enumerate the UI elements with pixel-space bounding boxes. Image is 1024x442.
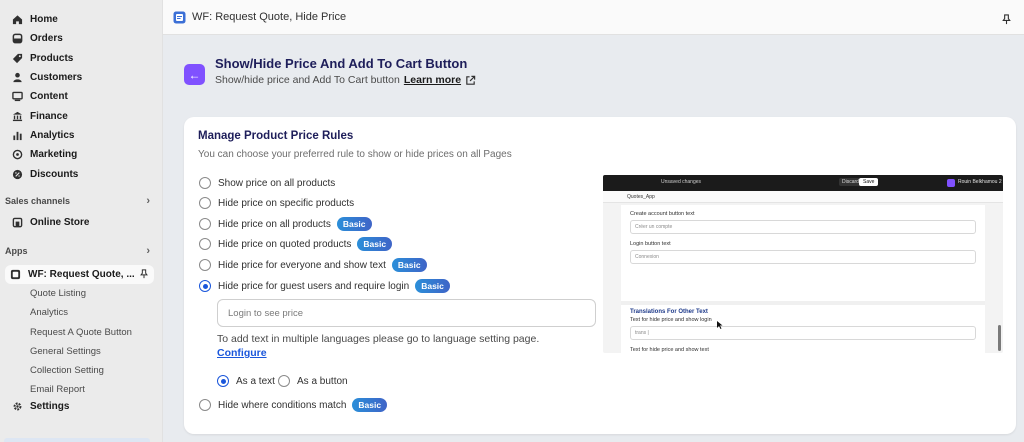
sidebar-item-label: Marketing bbox=[30, 149, 78, 161]
sidebar-subitem-general-settings[interactable]: General Settings bbox=[0, 342, 162, 361]
sidebar-subitem-email-report[interactable]: Email Report bbox=[0, 380, 162, 395]
bar-chart-icon bbox=[12, 130, 23, 141]
sidebar-item-label: Orders bbox=[30, 33, 63, 45]
preview-image: Unsaved changes Discard Save Rouin Belkh… bbox=[603, 175, 1003, 353]
sidebar: Home Orders Products Customers Content F… bbox=[0, 0, 163, 442]
sidebar-subitem-analytics[interactable]: Analytics bbox=[0, 303, 162, 322]
scrollbar bbox=[998, 325, 1001, 351]
sidebar-app-wf-request-quote[interactable]: WF: Request Quote, ... bbox=[5, 264, 154, 284]
radio-button[interactable] bbox=[199, 399, 211, 411]
app-title: WF: Request Quote, Hide Price bbox=[192, 11, 347, 23]
sidebar-item-customers[interactable]: Customers bbox=[0, 68, 162, 87]
display-as-button[interactable]: As a button bbox=[278, 375, 348, 387]
sidebar-item-label: Online Store bbox=[30, 216, 90, 228]
radio-button[interactable] bbox=[199, 238, 211, 250]
cursor-icon bbox=[717, 321, 723, 329]
card-subtitle: You can choose your preferred rule to sh… bbox=[198, 149, 512, 160]
store-icon bbox=[12, 217, 23, 228]
option-show-all[interactable]: Show price on all products bbox=[199, 176, 335, 190]
app-name-label: WF: Request Quote, ... bbox=[28, 268, 135, 280]
learn-more-link[interactable]: Learn more bbox=[404, 74, 461, 86]
preview-body: Create account button text Créer un comp… bbox=[621, 205, 985, 353]
sidebar-item-finance[interactable]: Finance bbox=[0, 106, 162, 125]
sidebar-item-home[interactable]: Home bbox=[0, 10, 162, 29]
sidebar-subitem-quote-listing[interactable]: Quote Listing bbox=[0, 284, 162, 303]
person-icon bbox=[12, 72, 23, 83]
sidebar-item-online-store[interactable]: Online Store bbox=[0, 213, 162, 232]
orders-icon bbox=[12, 33, 23, 44]
pin-icon[interactable] bbox=[1001, 12, 1012, 25]
plan-badge: Basic bbox=[336, 217, 372, 231]
app-icon bbox=[10, 269, 21, 280]
radio-button[interactable] bbox=[199, 197, 211, 209]
sidebar-item-marketing[interactable]: Marketing bbox=[0, 145, 162, 164]
bank-icon bbox=[12, 111, 23, 122]
back-button[interactable]: ← bbox=[184, 64, 205, 85]
sidebar-item-analytics[interactable]: Analytics bbox=[0, 126, 162, 145]
app-logo-icon bbox=[173, 11, 186, 24]
plan-badge: Basic bbox=[357, 237, 393, 251]
avatar bbox=[947, 179, 955, 187]
option-hide-quoted[interactable]: Hide price on quoted products Basic bbox=[199, 237, 393, 251]
sidebar-item-products[interactable]: Products bbox=[0, 49, 162, 68]
plan-badge: Basic bbox=[391, 258, 427, 272]
sidebar-item-orders[interactable]: Orders bbox=[0, 29, 162, 48]
apps-header[interactable]: Apps › bbox=[0, 243, 162, 260]
home-icon bbox=[12, 14, 23, 25]
sidebar-item-discounts[interactable]: Discounts bbox=[0, 164, 162, 183]
sidebar-item-label: Analytics bbox=[30, 129, 75, 141]
preview-app-bar: Quotes_App bbox=[603, 191, 1003, 203]
radio-button[interactable] bbox=[278, 375, 290, 387]
tag-icon bbox=[12, 53, 23, 64]
radio-button[interactable] bbox=[199, 177, 211, 189]
radio-button[interactable] bbox=[199, 218, 211, 230]
sidebar-subitem-request-quote-button[interactable]: Request A Quote Button bbox=[0, 323, 162, 342]
chevron-right-icon: › bbox=[146, 195, 150, 208]
option-hide-everyone[interactable]: Hide price for everyone and show text Ba… bbox=[199, 258, 427, 272]
sidebar-item-label: Home bbox=[30, 14, 58, 26]
sidebar-item-label: Discounts bbox=[30, 168, 79, 180]
page-title: Show/Hide Price And Add To Cart Button bbox=[215, 56, 468, 71]
sidebar-footer-bar bbox=[4, 438, 150, 442]
sidebar-subitem-collection-setting[interactable]: Collection Setting bbox=[0, 361, 162, 380]
sidebar-item-content[interactable]: Content bbox=[0, 87, 162, 106]
configure-link[interactable]: Configure bbox=[217, 347, 267, 359]
discount-icon bbox=[12, 169, 23, 180]
language-note: To add text in multiple languages please… bbox=[217, 333, 540, 345]
page-subtitle: Show/hide price and Add To Cart button L… bbox=[215, 74, 476, 86]
option-hide-specific[interactable]: Hide price on specific products bbox=[199, 196, 354, 210]
plan-badge: Basic bbox=[415, 279, 450, 293]
sidebar-item-label: Finance bbox=[30, 110, 68, 122]
option-hide-guest[interactable]: Hide price for guest users and require l… bbox=[199, 279, 450, 293]
target-icon bbox=[12, 149, 23, 160]
sidebar-item-label: Customers bbox=[30, 72, 83, 84]
display-as-text[interactable]: As a text bbox=[217, 375, 275, 387]
external-link-icon[interactable] bbox=[465, 75, 476, 86]
sales-channels-header[interactable]: Sales channels › bbox=[0, 193, 162, 210]
app-topbar: WF: Request Quote, Hide Price bbox=[163, 0, 1024, 35]
sidebar-item-settings[interactable]: Settings bbox=[0, 396, 162, 415]
arrow-left-icon: ← bbox=[188, 67, 201, 82]
chevron-right-icon: › bbox=[146, 245, 150, 258]
sidebar-item-label: Settings bbox=[30, 400, 70, 412]
option-hide-all[interactable]: Hide price on all products Basic bbox=[199, 217, 372, 231]
preview-topbar: Unsaved changes Discard Save Rouin Belkh… bbox=[603, 175, 1003, 191]
radio-button[interactable] bbox=[199, 259, 211, 271]
radio-button-selected[interactable] bbox=[217, 375, 229, 387]
option-hide-conditions[interactable]: Hide where conditions match Basic bbox=[199, 398, 388, 412]
guest-text-input[interactable]: Login to see price bbox=[217, 299, 596, 327]
gear-icon bbox=[12, 401, 23, 412]
sidebar-item-label: Products bbox=[30, 52, 74, 64]
content-icon bbox=[12, 91, 23, 102]
sidebar-item-label: Content bbox=[30, 91, 68, 103]
pin-icon[interactable] bbox=[139, 269, 149, 279]
card-title: Manage Product Price Rules bbox=[198, 130, 354, 142]
radio-button-selected[interactable] bbox=[199, 280, 211, 292]
plan-badge: Basic bbox=[352, 398, 388, 412]
